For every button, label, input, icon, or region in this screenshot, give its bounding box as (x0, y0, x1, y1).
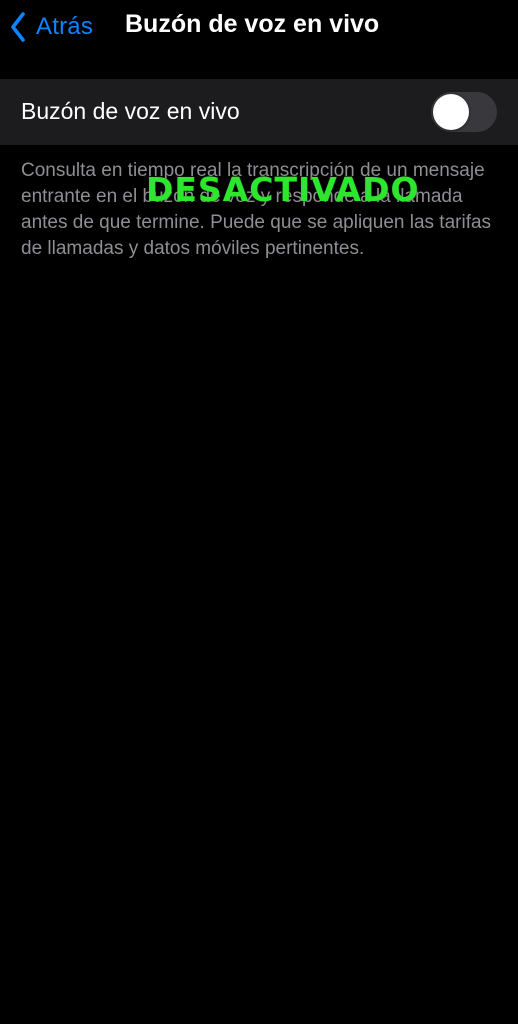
back-button-label: Atrás (36, 13, 94, 40)
chevron-left-icon (10, 12, 26, 42)
navigation-bar: Atrás Buzón de voz en vivo (0, 0, 518, 56)
live-voicemail-toggle[interactable] (431, 92, 497, 132)
toggle-knob (433, 94, 469, 130)
page-title: Buzón de voz en vivo (125, 10, 380, 38)
back-button[interactable]: Atrás (10, 8, 93, 46)
live-voicemail-label: Buzón de voz en vivo (21, 98, 240, 124)
deactivated-overlay-label: DESACTIVADO (146, 170, 420, 209)
